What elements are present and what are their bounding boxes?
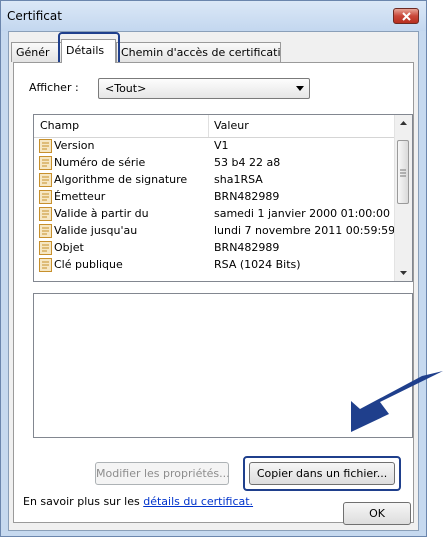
pointer-arrow-icon [351,371,443,432]
tab-details[interactable]: Détails [61,39,116,63]
tab-details-label: Détails [66,44,105,57]
